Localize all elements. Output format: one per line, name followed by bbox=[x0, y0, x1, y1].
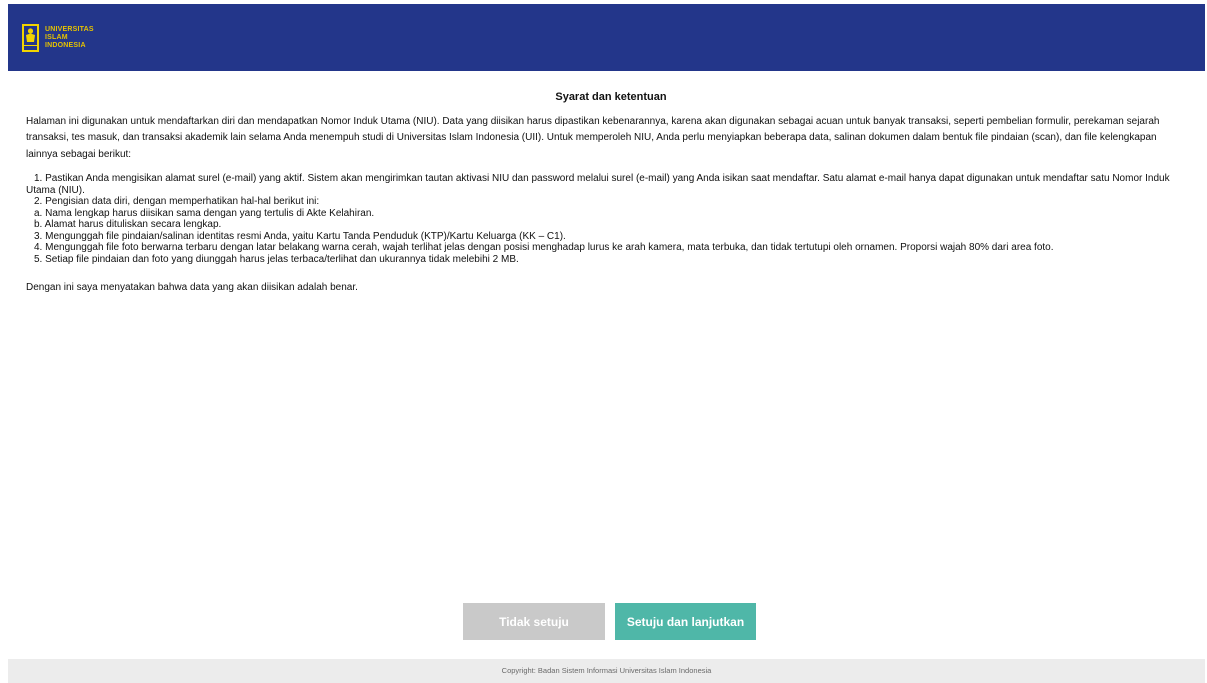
intro-paragraph: transaksi, tes masuk, dan transaksi akad… bbox=[26, 132, 1157, 143]
intro-paragraph: lainnya sebagai berikut: bbox=[26, 148, 132, 160]
university-logo[interactable]: UNIVERSITAS ISLAM INDONESIA bbox=[22, 24, 94, 52]
logo-line: INDONESIA bbox=[45, 42, 86, 49]
university-crest-icon bbox=[22, 24, 39, 52]
terms-content: Syarat dan ketentuan Halaman ini digunak… bbox=[26, 91, 1196, 304]
logo-text: UNIVERSITAS ISLAM INDONESIA bbox=[45, 26, 94, 50]
logo-line: ISLAM bbox=[45, 34, 68, 41]
agreement-statement: Dengan ini saya menyatakan bahwa data ya… bbox=[26, 282, 358, 293]
logo-line: UNIVERSITAS bbox=[45, 26, 94, 33]
footer: Copyright: Badan Sistem Informasi Univer… bbox=[8, 659, 1205, 683]
rule-item: 3. Mengunggah file pindaian/salinan iden… bbox=[34, 230, 566, 242]
terms-rules-list: 1. Pastikan Anda mengisikan alamat surel… bbox=[26, 173, 1196, 265]
header-bar: UNIVERSITAS ISLAM INDONESIA bbox=[8, 4, 1205, 71]
rule-item: 5. Setiap file pindaian dan foto yang di… bbox=[34, 253, 519, 265]
rule-item: 4. Mengunggah file foto berwarna terbaru… bbox=[34, 242, 1054, 253]
agree-continue-button[interactable]: Setuju dan lanjutkan bbox=[615, 603, 756, 640]
rule-subitem: a. Nama lengkap harus diisikan sama deng… bbox=[34, 207, 375, 219]
copyright-text: Copyright: Badan Sistem Informasi Univer… bbox=[501, 666, 712, 675]
action-buttons: Tidak setuju Setuju dan lanjutkan bbox=[463, 603, 756, 640]
intro-paragraph: Halaman ini digunakan untuk mendaftarkan… bbox=[26, 115, 1160, 127]
rule-subitem: b. Alamat harus dituliskan secara lengka… bbox=[34, 219, 222, 230]
page-title: Syarat dan ketentuan bbox=[555, 91, 667, 103]
terms-intro: Halaman ini digunakan untuk mendaftarkan… bbox=[26, 116, 1196, 161]
disagree-button[interactable]: Tidak setuju bbox=[463, 603, 605, 640]
rule-item: 1. Pastikan Anda mengisikan alamat surel… bbox=[26, 173, 1170, 196]
rule-item: 2. Pengisian data diri, dengan memperhat… bbox=[34, 196, 320, 207]
